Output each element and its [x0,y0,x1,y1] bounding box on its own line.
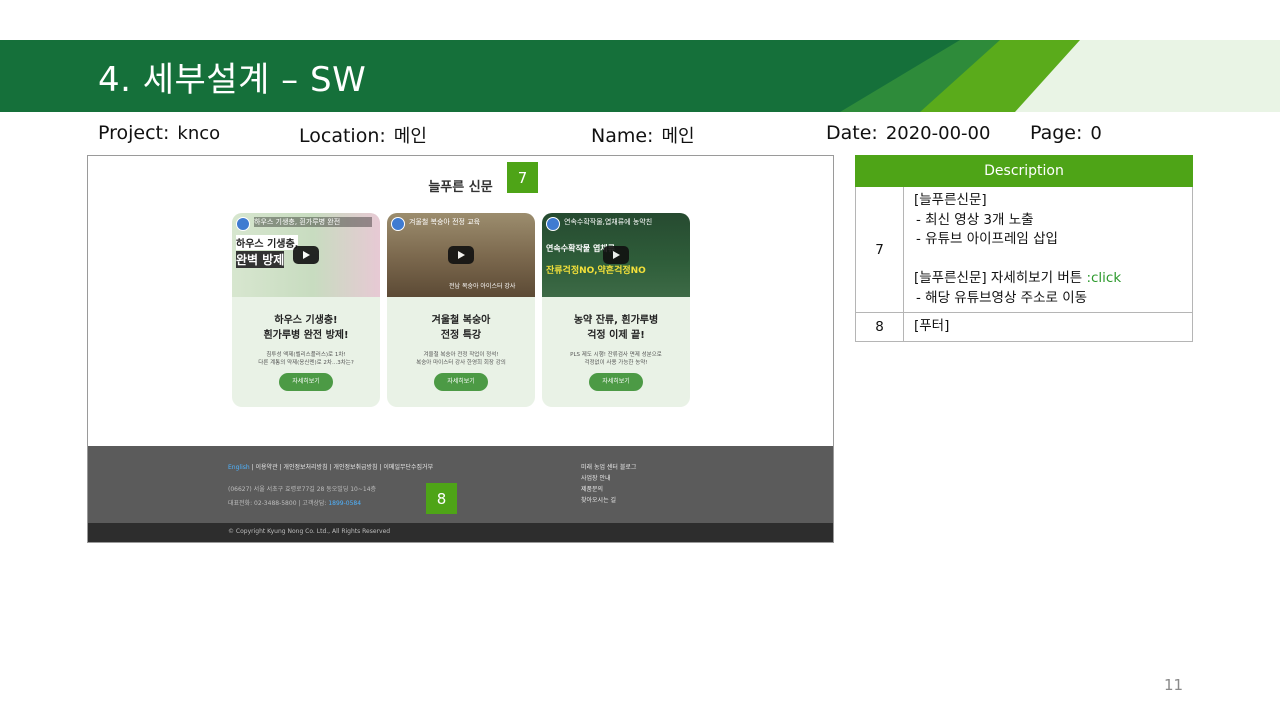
footer-link-sites[interactable]: 사업장 안내 [581,473,636,484]
desc-line-text: [늘푸른신문] 자세히보기 버튼 [914,270,1087,286]
video-title: 겨울철 복숭아 전정 교육 [409,218,481,226]
video-card: 하우스 기생충, 흰가루병 완전 하우스 기생충, 완벽 방제 하우스 기생충!… [232,213,380,407]
page-value: 0 [1090,123,1102,144]
row-number: 8 [855,312,904,342]
footer-phone-highlight: 1899-0584 [328,500,362,507]
project-value: knco [177,123,221,144]
video-thumbnail[interactable]: 연속수확작물,엽채류에 농약친 연속수확작물 엽채류 잔류걱정NO,약흔걱정NO [542,213,690,297]
play-icon[interactable] [448,246,474,264]
video-title: 연속수확작물,엽채류에 농약친 [564,218,653,226]
card-desc-line: 침투성 액제(벨리스플러스)로 1차! [266,352,346,358]
card-heading-line: 걱정 이제 끝! [587,330,645,341]
card-desc-line: 다른 계통의 약제(응신멘)로 2차...3차는? [258,360,354,366]
card-description: PLS 제도 시행! 잔류검사 면제 성분으로걱정없이 사용 가능한 농약! [542,351,690,367]
table-row: 8 [푸터] [855,312,1193,342]
row-number: 7 [855,186,904,313]
slide-page-number: 11 [1164,676,1184,694]
desc-line: - 유튜브 아이프레임 삽입 [916,231,1058,247]
card-heading-line: 전정 특강 [440,330,482,341]
thumb-caption: 하우스 기생충, [236,235,299,250]
meta-location: Location: 메인 [299,122,427,148]
video-title: 하우스 기생충, 흰가루병 완전 [254,217,372,227]
more-button[interactable]: 자세히보기 [434,373,488,391]
desc-line: [늘푸른신문] [914,192,987,208]
name-value: 메인 [661,126,695,147]
video-card: 연속수확작물,엽채류에 농약친 연속수확작물 엽채류 잔류걱정NO,약흔걱정NO… [542,213,690,407]
card-description: 겨울철 복숭아 전정 작업이 정석! 복숭아 마이스터 강사 한영희 회장 강의 [387,351,535,367]
location-value: 메인 [393,126,427,147]
copyright-bar: © Copyright Kyung Nong Co. Ltd., All Rig… [88,523,833,542]
channel-avatar [236,217,250,231]
table-header-row: Description [855,155,1193,187]
row-description: [늘푸른신문] - 최신 영상 3개 노출 - 유튜브 아이프레임 삽입 [늘푸… [903,186,1193,313]
meta-project: Project: knco [98,122,220,144]
thumb-caption: 완벽 방제 [236,251,285,268]
project-label: Project: [98,122,170,144]
page-mockup: 늘푸른 신문 7 하우스 기생충, 흰가루병 완전 하우스 기생충, 완벽 방제… [87,155,834,543]
row-description: [푸터] [903,312,1193,342]
copyright-text: © Copyright Kyung Nong Co. Ltd., All Rig… [228,528,391,535]
desc-line: - 최신 영상 3개 노출 [916,211,1034,228]
thumb-caption: 전남 복숭아 아이스터 강사 [449,283,516,290]
date-value: 2020-00-00 [885,123,991,144]
play-icon[interactable] [603,246,629,264]
footer-link-inquiry[interactable]: 제품문의 [581,484,636,495]
thumb-caption: 잔류걱정NO,약흔걱정NO [546,266,646,276]
card-heading: 농약 잔류, 흰가루병걱정 이제 끝! [542,313,690,343]
footer-links: English | 이용약관 | 개인정보처리방침 | 개인정보취급방침 | 이… [228,462,433,471]
description-table: Description 7 [늘푸른신문] - 최신 영상 3개 노출 - 유튜… [855,155,1193,342]
video-thumbnail[interactable]: 겨울철 복숭아 전정 교육 전남 복숭아 아이스터 강사 [387,213,535,297]
play-icon[interactable] [293,246,319,264]
footer-link-blog[interactable]: 미래 농업 센터 블로그 [581,462,636,473]
click-annotation: :click [1086,270,1122,286]
footer-right-links: 미래 농업 센터 블로그 사업장 안내 제품문의 찾아오시는 길 [581,462,636,506]
more-button[interactable]: 자세히보기 [279,373,333,391]
marker-7: 7 [507,162,538,193]
site-footer: English | 이용약관 | 개인정보처리방침 | 개인정보취급방침 | 이… [88,446,833,523]
footer-policy-links[interactable]: | 이용약관 | 개인정보처리방침 | 개인정보취급방침 | 이메일무단수집거부 [250,464,434,471]
footer-phone-text: 대표전화: 02-3488-5800 | 고객상담: [228,500,329,507]
desc-line: - 해당 유튜브영상 주소로 이동 [916,289,1088,306]
card-heading: 겨울철 복숭아전정 특강 [387,313,535,343]
card-desc-line: PLS 제도 시행! 잔류검사 면제 성분으로 [570,352,662,358]
card-desc-line: 복숭아 마이스터 강사 한영희 회장 강의 [416,360,506,366]
footer-link-english[interactable]: English [228,464,250,471]
date-label: Date: [826,122,878,144]
desc-line: [늘푸른신문] 자세히보기 버튼 :click [914,269,1182,289]
desc-line: [푸터] [914,318,950,334]
location-label: Location: [299,125,386,147]
card-heading-line: 흰가루병 완전 방제! [263,330,349,341]
channel-avatar [546,217,560,231]
more-button[interactable]: 자세히보기 [589,373,643,391]
slide-title: 4. 세부설계 – SW [98,60,367,100]
card-desc-line: 걱정없이 사용 가능한 농약! [584,360,648,366]
card-description: 침투성 액제(벨리스플러스)로 1차! 다른 계통의 약제(응신멘)로 2차...… [232,351,380,367]
channel-avatar [391,217,405,231]
card-heading: 하우스 기생충! 흰가루병 완전 방제! [232,313,380,343]
marker-8: 8 [426,483,457,514]
meta-date: Date: 2020-00-00 [826,122,990,144]
footer-address: (06627) 서울 서초구 효령로77길 28 동오빌딩 10~14층 [228,486,377,493]
card-heading-line: 농약 잔류, 흰가루병 [573,315,659,326]
table-row: 7 [늘푸른신문] - 최신 영상 3개 노출 - 유튜브 아이프레임 삽입 [… [855,186,1193,313]
footer-link-directions[interactable]: 찾아오시는 길 [581,495,636,506]
video-card: 겨울철 복숭아 전정 교육 전남 복숭아 아이스터 강사 겨울철 복숭아전정 특… [387,213,535,407]
video-thumbnail[interactable]: 하우스 기생충, 흰가루병 완전 하우스 기생충, 완벽 방제 [232,213,380,297]
name-label: Name: [591,125,654,147]
card-desc-line: 겨울철 복숭아 전정 작업이 정석! [423,352,499,358]
footer-phone: 대표전화: 02-3488-5800 | 고객상담: 1899-0584 [228,498,361,507]
page-label: Page: [1030,122,1083,144]
meta-name: Name: 메인 [591,122,695,148]
card-heading-line: 하우스 기생충! [274,315,338,326]
table-header: Description [855,155,1193,187]
card-heading-line: 겨울철 복숭아 [431,315,491,326]
meta-page: Page: 0 [1030,122,1102,144]
desc-spacer [914,250,1182,270]
section-title: 늘푸른 신문 [428,180,493,195]
